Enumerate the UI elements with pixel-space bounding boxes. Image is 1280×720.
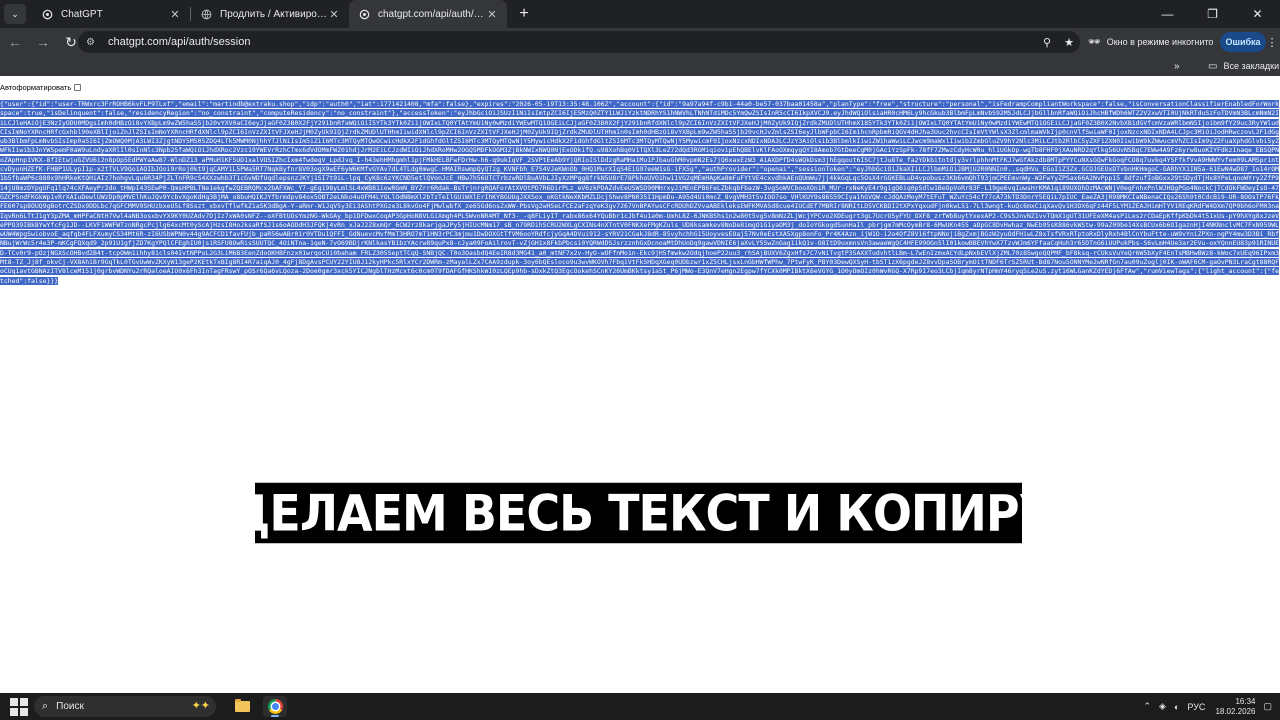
incognito-icon: 🕶 bbox=[1088, 36, 1101, 48]
bookmarks-overflow-icon[interactable]: » bbox=[1174, 56, 1180, 76]
autoformat-checkbox[interactable] bbox=[74, 83, 82, 91]
url-text[interactable]: chatgpt.com/api/auth/session bbox=[108, 36, 1036, 48]
bookmarks-bar: » ▭ Все закладки bbox=[0, 56, 1280, 76]
json-response[interactable]: {"user":{"id":"user-TRWxrc3FrROHB6kvFLP9… bbox=[0, 100, 1280, 286]
browser-toolbar: ← → ↻ ⚙ chatgpt.com/api/auth/session ⚲ ★… bbox=[0, 28, 1280, 56]
new-tab-button[interactable]: + bbox=[513, 3, 535, 25]
address-bar[interactable]: ⚙ chatgpt.com/api/auth/session ⚲ ★ bbox=[78, 31, 1080, 53]
incognito-indicator[interactable]: 🕶 Окно в режиме инкогнито bbox=[1088, 32, 1213, 52]
taskbar-search[interactable]: ⌕ Поиск ✦✦ bbox=[34, 696, 216, 717]
volume-icon[interactable]: ◐ bbox=[1174, 702, 1179, 712]
restore-icon[interactable]: ❐ bbox=[1190, 0, 1235, 28]
clock-date: 18.02.2026 bbox=[1215, 706, 1256, 716]
window-controls: — ❐ ✕ bbox=[1145, 0, 1280, 28]
taskbar: ⌕ Поиск ✦✦ ⌃ ◈ ◐ РУС 16:34 18.02.2026 ▢ bbox=[0, 693, 1280, 720]
tab-session[interactable]: chatgpt.com/api/auth/session ✕ bbox=[349, 0, 507, 28]
chrome-icon[interactable] bbox=[263, 696, 287, 717]
globe-icon bbox=[201, 9, 212, 20]
video-caption: ВЫДЕЛАЕМ ВЕСЬ ТЕКСТ И КОПИРУЕМ bbox=[148, 482, 1129, 544]
network-icon[interactable]: ◈ bbox=[1159, 701, 1166, 712]
tab-search-button[interactable]: ⌄ bbox=[4, 4, 26, 24]
search-icon: ⌕ bbox=[42, 700, 49, 712]
minimize-icon[interactable]: — bbox=[1145, 0, 1190, 28]
search-highlight-icon: ✦✦ bbox=[191, 700, 210, 712]
language-indicator[interactable]: РУС bbox=[1187, 702, 1205, 712]
tab-title: Продлить / Активировать - GPT bbox=[220, 8, 327, 20]
notifications-icon[interactable]: ▢ bbox=[1263, 701, 1272, 712]
close-tab-icon[interactable]: ✕ bbox=[485, 8, 499, 21]
autoformat-label: Автоформатировать bbox=[0, 82, 72, 92]
chevron-up-icon[interactable]: ⌃ bbox=[1144, 701, 1152, 712]
close-tab-icon[interactable]: ✕ bbox=[327, 8, 341, 21]
forward-icon[interactable]: → bbox=[31, 30, 55, 54]
selected-json-text: {"user":{"id":"user-TRWxrc3FrROHB6kvFLP9… bbox=[0, 100, 1279, 285]
bookmark-star-icon[interactable]: ★ bbox=[1058, 36, 1080, 49]
file-explorer-icon[interactable] bbox=[230, 696, 254, 717]
system-tray: ⌃ ◈ ◐ РУС 16:34 18.02.2026 ▢ bbox=[1136, 693, 1273, 720]
chatgpt-icon bbox=[42, 9, 53, 20]
page-content: Автоформатировать {"user":{"id":"user-TR… bbox=[0, 76, 1280, 693]
site-info-icon[interactable]: ⚙ bbox=[86, 37, 100, 48]
back-icon[interactable]: ← bbox=[3, 30, 27, 54]
incognito-label: Окно в режиме инкогнито bbox=[1106, 37, 1214, 47]
windows-start-icon[interactable] bbox=[10, 697, 28, 716]
folder-icon: ▭ bbox=[1208, 60, 1218, 72]
all-bookmarks-button[interactable]: ▭ Все закладки bbox=[1208, 56, 1279, 76]
autoformat-toggle[interactable]: Автоформатировать bbox=[0, 81, 82, 93]
all-bookmarks-label: Все закладки bbox=[1223, 61, 1280, 71]
search-label: Поиск bbox=[56, 701, 84, 712]
close-window-icon[interactable]: ✕ bbox=[1235, 0, 1280, 28]
tab-title: chatgpt.com/api/auth/session bbox=[378, 8, 485, 20]
error-button[interactable]: Ошибка bbox=[1220, 32, 1266, 52]
chatgpt-icon bbox=[359, 9, 370, 20]
tab-strip: ⌄ ChatGPT ✕ Продлить / Активировать - GP… bbox=[0, 0, 1280, 28]
close-tab-icon[interactable]: ✕ bbox=[168, 8, 182, 21]
tab-activate[interactable]: Продлить / Активировать - GPT ✕ bbox=[191, 0, 349, 28]
clock-time: 16:34 bbox=[1235, 696, 1256, 706]
menu-icon[interactable]: ⋮ bbox=[1266, 32, 1278, 52]
clock[interactable]: 16:34 18.02.2026 bbox=[1215, 697, 1255, 717]
zoom-icon[interactable]: ⚲ bbox=[1036, 36, 1058, 49]
tab-title: ChatGPT bbox=[61, 8, 103, 20]
tab-chatgpt[interactable]: ChatGPT ✕ bbox=[32, 0, 190, 28]
